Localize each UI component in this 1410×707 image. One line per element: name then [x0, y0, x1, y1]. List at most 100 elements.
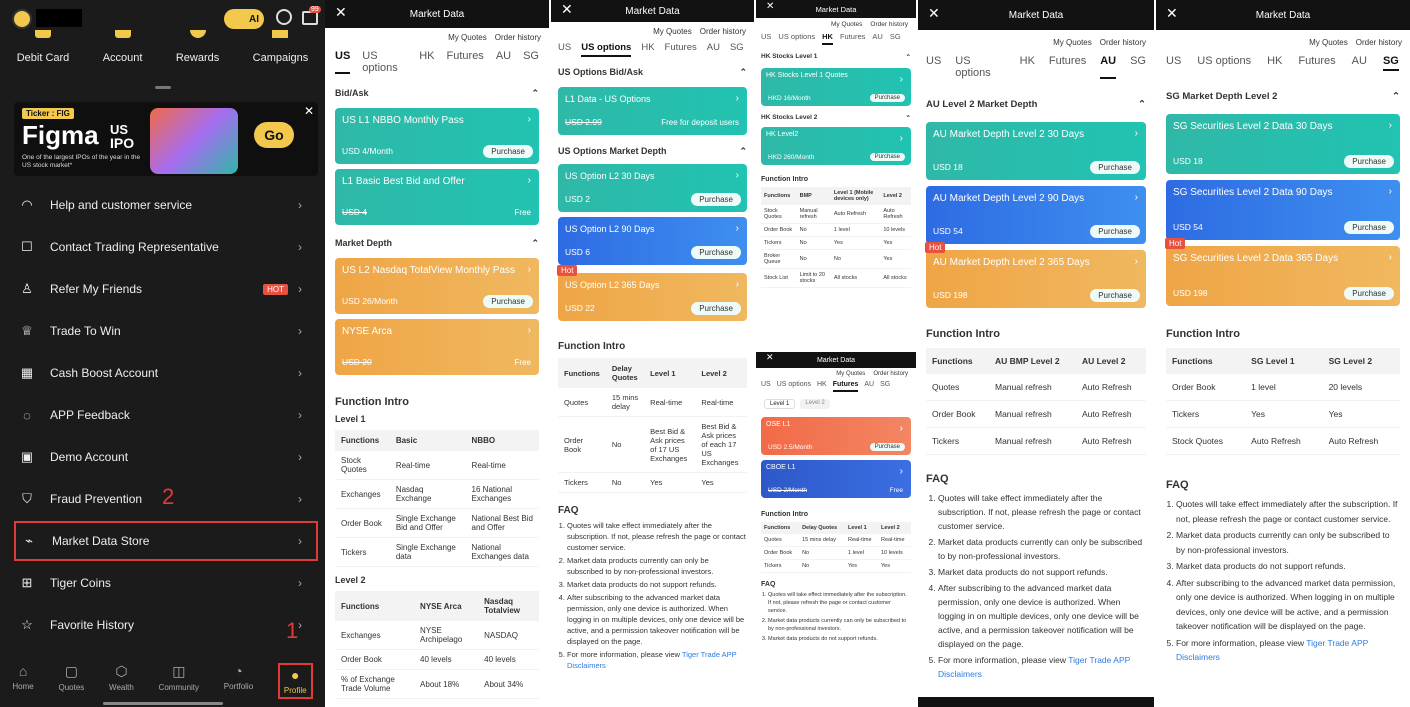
order-history-link[interactable]: Order history: [870, 21, 908, 28]
close-icon[interactable]: ✕: [561, 1, 573, 18]
tab-futures[interactable]: Futures: [1298, 55, 1335, 71]
product-card[interactable]: Hot SG Securities Level 2 Data 365 Days › U…: [1165, 238, 1400, 306]
purchase-button[interactable]: Purchase: [483, 145, 533, 158]
close-icon[interactable]: ✕: [335, 4, 347, 21]
tab-au[interactable]: AU: [864, 381, 874, 392]
product-card[interactable]: SG Securities Level 2 Data 30 Days › USD 1…: [1166, 114, 1400, 174]
menu-favorite-history[interactable]: ☆ Favorite History ›: [16, 605, 316, 645]
tab-sg[interactable]: SG: [730, 42, 744, 57]
purchase-button[interactable]: Purchase: [1344, 287, 1394, 300]
section-header[interactable]: SG Market Depth Level 2 ⌃: [1156, 79, 1410, 108]
ai-button[interactable]: AI: [224, 9, 264, 29]
section-header[interactable]: US Options Bid/Ask ⌃: [551, 63, 754, 82]
close-icon[interactable]: ✕: [1166, 5, 1178, 22]
purchase-button[interactable]: Purchase: [691, 246, 741, 259]
nav-wealth[interactable]: ⬡ Wealth: [109, 663, 134, 699]
menu-trade-to-win[interactable]: ♕ Trade To Win ›: [16, 311, 316, 351]
go-button[interactable]: Go: [254, 122, 294, 148]
message-icon[interactable]: [302, 11, 318, 25]
tab-au[interactable]: AU: [1352, 55, 1367, 71]
product-card[interactable]: L1 Basic Best Bid and Offer › USD 4 Free: [335, 169, 539, 225]
section-header[interactable]: Market Depth ⌃: [325, 230, 549, 253]
tab-us-options[interactable]: US options: [955, 55, 1005, 79]
nav-quotes[interactable]: ▢ Quotes: [58, 663, 84, 699]
tab-au[interactable]: AU: [872, 32, 882, 45]
purchase-button[interactable]: Purchase: [1344, 155, 1394, 168]
tab-au[interactable]: AU: [496, 50, 511, 74]
order-history-link[interactable]: Order history: [873, 371, 908, 377]
tab-au[interactable]: AU: [1100, 55, 1117, 79]
close-icon[interactable]: ✕: [304, 104, 314, 118]
close-icon[interactable]: ✕: [766, 352, 774, 363]
purchase-button[interactable]: Purchase: [1344, 221, 1394, 234]
my-quotes-link[interactable]: My Quotes: [831, 21, 862, 28]
tab-hk[interactable]: HK: [419, 50, 434, 74]
tab-hk[interactable]: HK: [1020, 55, 1035, 79]
section-header[interactable]: US Options Market Depth ⌃: [551, 140, 754, 159]
tab-sg[interactable]: SG: [1130, 55, 1146, 79]
nav-community[interactable]: ◫ Community: [159, 663, 199, 699]
subtab-level-1[interactable]: Level 1: [764, 399, 796, 409]
my-quotes-link[interactable]: My Quotes: [1309, 38, 1348, 47]
nav-home[interactable]: ⌂ Home: [12, 663, 33, 699]
shortcut-rewards[interactable]: Rewards: [176, 30, 219, 64]
product-card[interactable]: AU Market Depth Level 2 90 Days › USD 54 Pu…: [926, 186, 1146, 244]
tab-us[interactable]: US: [761, 32, 771, 45]
my-quotes-link[interactable]: My Quotes: [1053, 38, 1092, 47]
product-card[interactable]: SG Securities Level 2 Data 90 Days › USD 5…: [1166, 180, 1400, 240]
product-card[interactable]: OSE L1 › USD 2.5/Month Purchase: [761, 417, 911, 455]
menu-cash-boost[interactable]: ▦ Cash Boost Account ›: [16, 353, 316, 393]
product-card[interactable]: NYSE Arca › USD 20 Free: [335, 319, 539, 375]
product-card[interactable]: US Option L2 90 Days › USD 6 Purchase: [558, 217, 747, 265]
product-card[interactable]: HK Stocks Level 1 Quotes › HKD 16/Month Pur…: [761, 68, 911, 106]
section-header[interactable]: HK Stocks Level 2 ⌃: [756, 109, 916, 124]
product-card[interactable]: L1 Data - US Options › USD 2.99 Free for de…: [558, 87, 747, 135]
shortcut-debit-card[interactable]: Debit Card: [17, 30, 69, 64]
my-quotes-link[interactable]: My Quotes: [653, 27, 692, 36]
tab-us[interactable]: US: [761, 381, 771, 392]
tab-hk[interactable]: HK: [817, 381, 827, 392]
section-header[interactable]: HK Stocks Level 1 ⌃: [756, 49, 916, 65]
menu-demo-account[interactable]: ▣ Demo Account ›: [16, 437, 316, 477]
tab-us[interactable]: US: [1166, 55, 1181, 71]
section-header[interactable]: Bid/Ask ⌃: [325, 80, 549, 103]
menu-market-data-store[interactable]: ⌁ Market Data Store ›: [14, 521, 318, 561]
menu-tiger-coins[interactable]: ⊞ Tiger Coins ›: [16, 563, 316, 603]
nav-profile[interactable]: ● Profile: [277, 663, 313, 699]
tab-us[interactable]: US: [558, 42, 571, 57]
purchase-button[interactable]: Purchase: [869, 443, 905, 451]
tab-hk[interactable]: HK: [822, 32, 833, 45]
target-icon[interactable]: [276, 9, 292, 25]
product-card[interactable]: US L2 Nasdaq TotalView Monthly Pass › USD …: [335, 258, 539, 314]
order-history-link[interactable]: Order history: [495, 33, 541, 42]
product-card[interactable]: AU Market Depth Level 2 30 Days › USD 18 Pu…: [926, 122, 1146, 180]
product-card[interactable]: US Option L2 30 Days › USD 2 Purchase: [558, 164, 747, 212]
tab-sg[interactable]: SG: [523, 50, 539, 74]
tab-us-options[interactable]: US options: [362, 50, 407, 74]
purchase-button[interactable]: Purchase: [1090, 161, 1140, 174]
tab-us[interactable]: US: [926, 55, 941, 79]
order-history-link[interactable]: Order history: [1100, 38, 1146, 47]
purchase-button[interactable]: Purchase: [483, 295, 533, 308]
product-card[interactable]: Hot AU Market Depth Level 2 365 Days › USD …: [925, 242, 1146, 308]
tab-futures[interactable]: Futures: [447, 50, 484, 74]
product-card[interactable]: US L1 NBBO Monthly Pass › USD 4/Month Purch…: [335, 108, 539, 164]
tab-us-options[interactable]: US options: [1197, 55, 1251, 71]
purchase-button[interactable]: Purchase: [869, 94, 905, 102]
tab-futures[interactable]: Futures: [1049, 55, 1086, 79]
shortcut-campaigns[interactable]: Campaigns: [253, 30, 308, 64]
figma-ipo-banner[interactable]: Ticker : FIG Figma US IPO One of the lar…: [14, 102, 318, 176]
shortcut-account[interactable]: Account: [103, 30, 142, 64]
my-quotes-link[interactable]: My Quotes: [836, 371, 865, 377]
product-card[interactable]: Hot US Option L2 365 Days › USD 22 Purchase: [557, 265, 747, 321]
purchase-button[interactable]: Purchase: [1090, 289, 1140, 302]
order-history-link[interactable]: Order history: [700, 27, 746, 36]
product-card[interactable]: HK Level2 › HKD 260/Month Purchase: [761, 127, 911, 165]
tab-sg[interactable]: SG: [880, 381, 890, 392]
close-icon[interactable]: ✕: [766, 1, 774, 12]
avatar[interactable]: [12, 9, 32, 29]
order-history-link[interactable]: Order history: [1356, 38, 1402, 47]
tab-futures[interactable]: Futures: [665, 42, 697, 57]
purchase-button[interactable]: Purchase: [1090, 225, 1140, 238]
purchase-button[interactable]: Purchase: [691, 302, 741, 315]
